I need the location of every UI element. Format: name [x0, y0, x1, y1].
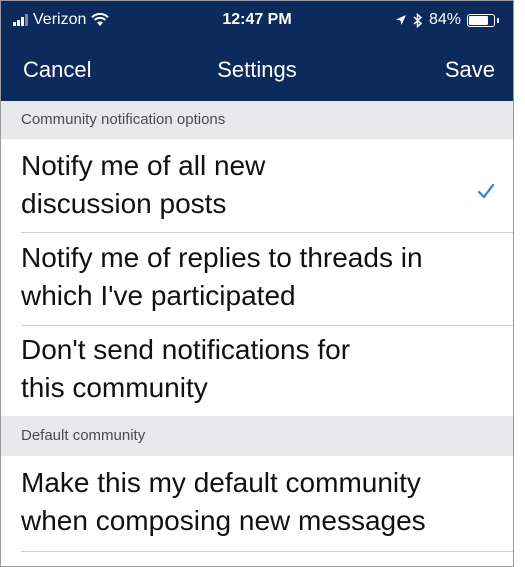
option-default-community[interactable]: Make this my default community when comp…	[1, 464, 513, 548]
status-bar: Verizon 12:47 PM 84%	[1, 1, 513, 39]
status-right: 84%	[395, 11, 499, 29]
option-no-notifications[interactable]: Don't send notifications for this commun…	[1, 331, 513, 415]
divider	[21, 232, 513, 233]
section-header-notifications: Community notification options	[1, 101, 513, 139]
option-label-line1: Notify me of all new	[21, 150, 266, 181]
navigation-bar: Cancel Settings Save	[1, 39, 513, 101]
page-title: Settings	[217, 57, 297, 82]
option-label-line2: when composing new messages	[21, 505, 426, 536]
divider	[21, 551, 513, 552]
settings-screen: Verizon 12:47 PM 84% Cancel Settings Sav	[0, 0, 514, 567]
checkmark-icon	[477, 183, 495, 199]
battery-percent: 84%	[428, 11, 461, 28]
option-label-line1: Don't send notifications for	[21, 334, 351, 365]
option-label-line2: which I've participated	[21, 280, 296, 311]
option-label-line2: this community	[21, 372, 208, 403]
option-label-line2: discussion posts	[21, 188, 227, 219]
save-button[interactable]: Save	[445, 57, 495, 83]
option-label-line1: Notify me of replies to threads in	[21, 242, 423, 273]
option-notify-replies[interactable]: Notify me of replies to threads in which…	[1, 239, 513, 323]
location-icon	[395, 15, 406, 25]
option-notify-all-posts[interactable]: Notify me of all new discussion posts	[1, 147, 513, 231]
section-header-default-community: Default community	[1, 416, 513, 456]
bluetooth-icon	[413, 12, 423, 28]
battery-icon	[467, 13, 495, 27]
divider	[21, 325, 513, 326]
option-label-line1: Make this my default community	[21, 467, 421, 498]
battery-tip	[497, 17, 499, 23]
cancel-button[interactable]: Cancel	[23, 57, 91, 83]
